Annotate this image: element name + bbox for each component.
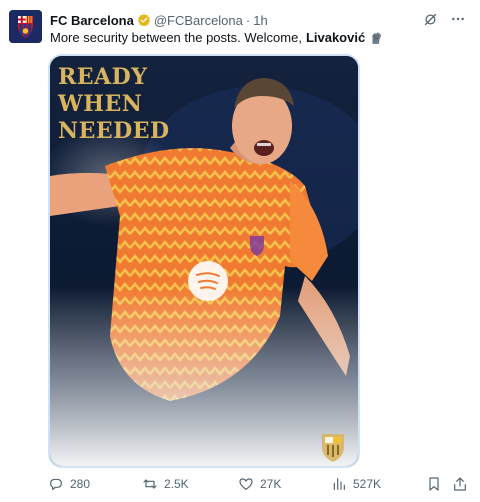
mention-name: Livaković — [305, 30, 366, 45]
bookmark-icon — [429, 477, 439, 491]
account-handle[interactable]: @FCBarcelona — [154, 13, 243, 28]
repost-icon — [143, 479, 157, 489]
account-name[interactable]: FC Barcelona — [50, 13, 134, 28]
tweet-body: More security between the posts. Welcome… — [50, 30, 302, 45]
reply-button[interactable]: 280 — [48, 476, 90, 492]
repost-count: 2.5K — [164, 477, 189, 491]
header-actions — [422, 11, 466, 27]
views-chart-icon — [333, 478, 345, 490]
poster-line-1: READY — [58, 64, 148, 90]
separator-dot: · — [245, 12, 251, 28]
like-button[interactable]: 27K — [238, 476, 281, 492]
reply-count: 280 — [70, 477, 91, 491]
tweet-actions: 280 2.5K 27K 527K — [48, 476, 468, 496]
avatar[interactable] — [9, 10, 42, 43]
tweet-media-image[interactable]: READY WHEN NEEDED — [48, 54, 360, 468]
poster-line-3: NEEDED — [58, 118, 170, 144]
views-count: 527K — [353, 477, 382, 491]
grok-icon[interactable] — [422, 11, 438, 27]
fcb-crest-icon — [9, 10, 42, 43]
reply-icon — [50, 478, 62, 490]
like-count: 27K — [260, 477, 282, 491]
tweet[interactable]: FC Barcelona @FCBarcelona · 1h More secu… — [0, 0, 480, 502]
verified-badge-icon[interactable] — [137, 13, 151, 27]
share-icon — [454, 477, 466, 491]
timestamp[interactable]: 1h — [253, 13, 267, 28]
tweet-text: More security between the posts. Welcome… — [50, 30, 383, 45]
share-button[interactable] — [452, 476, 468, 492]
tweet-header: FC Barcelona @FCBarcelona · 1h — [50, 11, 466, 29]
poster-headline: READY WHEN NEEDED — [58, 64, 170, 145]
gloves-emoji-icon — [369, 31, 383, 45]
heart-icon — [239, 478, 253, 490]
repost-button[interactable]: 2.5K — [142, 476, 189, 492]
views-button[interactable]: 527K — [331, 476, 381, 492]
poster-line-2: WHEN — [58, 91, 143, 117]
bookmark-button[interactable] — [426, 476, 442, 492]
more-options-icon[interactable] — [450, 11, 466, 27]
